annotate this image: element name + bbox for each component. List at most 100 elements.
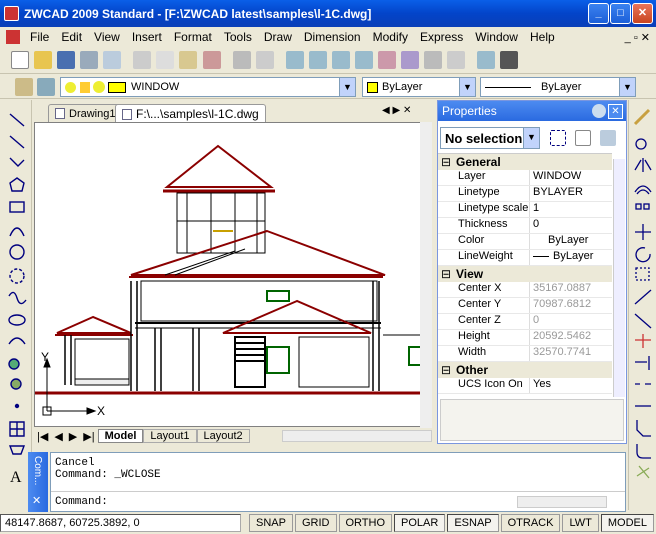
new-icon[interactable] <box>11 51 29 69</box>
properties-scrollbar[interactable] <box>613 159 625 397</box>
modify-tools[interactable] <box>629 100 656 500</box>
tool-palette-icon[interactable] <box>424 51 443 69</box>
prop-row[interactable]: Width 32570.7741 <box>438 346 612 362</box>
document-icon[interactable] <box>6 30 20 44</box>
menu-file[interactable]: File <box>24 30 55 44</box>
redo-icon[interactable] <box>255 51 274 69</box>
menu-modify[interactable]: Modify <box>367 30 414 44</box>
layer-manager-icon[interactable] <box>15 78 33 96</box>
prop-row[interactable]: LineWeight ByLayer <box>438 250 612 266</box>
open-icon[interactable] <box>34 51 53 69</box>
rotate-icon <box>635 247 651 263</box>
close-button[interactable]: ✕ <box>632 3 653 24</box>
last-layout-icon[interactable]: ▶| <box>80 430 97 443</box>
doc-window-controls[interactable]: _ ▫ ✕ <box>625 31 656 44</box>
prop-row[interactable]: Linetype scale 1 <box>438 202 612 218</box>
select-objects-icon[interactable] <box>575 130 591 146</box>
tab-layout1[interactable]: Layout1 <box>143 429 197 443</box>
tab-model[interactable]: Model <box>97 429 144 443</box>
selection-dropdown[interactable]: No selection ▼ <box>440 127 540 149</box>
otrack-toggle[interactable]: OTRACK <box>500 514 561 532</box>
quick-select-icon[interactable] <box>600 130 616 146</box>
prop-row[interactable]: Color ByLayer <box>438 234 612 250</box>
ellipse-arc-icon <box>8 337 26 345</box>
prop-row[interactable]: UCS Icon On Yes <box>438 378 612 394</box>
tab-nav-arrows-icon[interactable]: ◀ ▶ ✕ <box>382 105 411 116</box>
menu-help[interactable]: Help <box>524 30 561 44</box>
zoom-realtime-icon[interactable] <box>308 51 327 69</box>
preview-icon[interactable] <box>103 51 122 69</box>
menu-format[interactable]: Format <box>168 30 218 44</box>
match-properties-icon[interactable] <box>202 51 221 69</box>
cut-icon[interactable] <box>133 51 152 69</box>
prop-row[interactable]: Center Z0 <box>438 314 612 330</box>
layer-dropdown[interactable]: WINDOW ▼ <box>60 77 356 97</box>
menu-tools[interactable]: Tools <box>218 30 258 44</box>
lwt-toggle[interactable]: LWT <box>562 514 599 532</box>
next-layout-icon[interactable]: ▶ <box>66 430 80 443</box>
menu-insert[interactable]: Insert <box>126 30 168 44</box>
properties-icon[interactable] <box>377 51 396 69</box>
category-other[interactable]: Other <box>438 362 612 378</box>
pan-icon[interactable] <box>285 51 304 69</box>
tab-drawing1[interactable]: Drawing1 <box>48 104 123 122</box>
prev-layout-icon[interactable]: ◀ <box>51 430 65 443</box>
ortho-toggle[interactable]: ORTHO <box>338 514 393 532</box>
menu-dimension[interactable]: Dimension <box>298 30 367 44</box>
prop-row[interactable]: Center X 35167.0887 <box>438 282 612 298</box>
layer-state-icon[interactable] <box>37 78 55 96</box>
prop-row[interactable]: Center Y 70987.6812 <box>438 298 612 314</box>
design-center-icon[interactable] <box>401 51 419 69</box>
color-dropdown[interactable]: ByLayer ▼ <box>362 77 476 97</box>
text-icon[interactable]: A <box>10 469 22 486</box>
copy-icon[interactable] <box>156 51 175 69</box>
search-icon[interactable] <box>477 51 496 69</box>
first-layout-icon[interactable]: |◀ <box>34 430 51 443</box>
esnap-toggle[interactable]: ESNAP <box>447 514 499 532</box>
chevron-down-icon[interactable]: ▼ <box>339 78 355 96</box>
close-palette-icon[interactable]: ✕ <box>608 103 623 119</box>
help-icon[interactable] <box>500 51 519 69</box>
prop-row[interactable]: Linetype BYLAYER <box>438 186 612 202</box>
category-general[interactable]: General <box>438 154 612 170</box>
draw-tools[interactable]: A <box>0 100 32 500</box>
tab-l-1c-dwg[interactable]: F:\...\samples\l-1C.dwg <box>115 104 266 123</box>
circle-icon <box>9 244 25 260</box>
model-toggle[interactable]: MODEL <box>600 514 654 532</box>
toggle-pickadd-icon[interactable] <box>550 130 566 146</box>
zoom-previous-icon[interactable] <box>354 51 373 69</box>
app-icon[interactable] <box>4 6 19 21</box>
menu-window[interactable]: Window <box>469 30 524 44</box>
zoom-window-icon[interactable] <box>331 51 350 69</box>
save-icon[interactable] <box>57 51 76 69</box>
menu-edit[interactable]: Edit <box>55 30 88 44</box>
close-command-icon[interactable]: ✕ <box>32 494 41 507</box>
calculator-icon[interactable] <box>447 51 466 69</box>
command-scrollbar[interactable] <box>517 495 607 508</box>
prop-row[interactable]: Height 20592.5462 <box>438 330 612 346</box>
drawing-horizontal-scrollbar[interactable] <box>282 430 432 442</box>
tab-layout2[interactable]: Layout2 <box>196 429 250 443</box>
category-view[interactable]: View <box>438 266 612 282</box>
prop-row[interactable]: Thickness 0 <box>438 218 612 234</box>
linetype-dropdown[interactable]: ByLayer ▼ <box>480 77 636 97</box>
print-icon[interactable] <box>80 51 99 69</box>
chevron-down-icon[interactable]: ▼ <box>619 78 635 96</box>
chevron-down-icon[interactable]: ▼ <box>459 78 475 96</box>
grid-toggle[interactable]: GRID <box>295 514 337 532</box>
drawing-vertical-scrollbar[interactable] <box>420 122 432 428</box>
chevron-down-icon[interactable]: ▼ <box>523 128 539 148</box>
menu-express[interactable]: Express <box>414 30 469 44</box>
paste-icon[interactable] <box>179 51 198 69</box>
undo-icon[interactable] <box>232 51 251 69</box>
menu-draw[interactable]: Draw <box>258 30 298 44</box>
command-input[interactable]: Command: <box>51 491 625 511</box>
polar-toggle[interactable]: POLAR <box>394 514 446 532</box>
menu-view[interactable]: View <box>88 30 126 44</box>
snap-toggle[interactable]: SNAP <box>249 514 293 532</box>
drawing-canvas[interactable]: Y X <box>34 122 432 427</box>
pin-icon[interactable] <box>592 104 606 118</box>
minimize-button[interactable]: _ <box>588 3 609 24</box>
prop-row[interactable]: Layer WINDOW <box>438 170 612 186</box>
maximize-button[interactable]: □ <box>610 3 631 24</box>
